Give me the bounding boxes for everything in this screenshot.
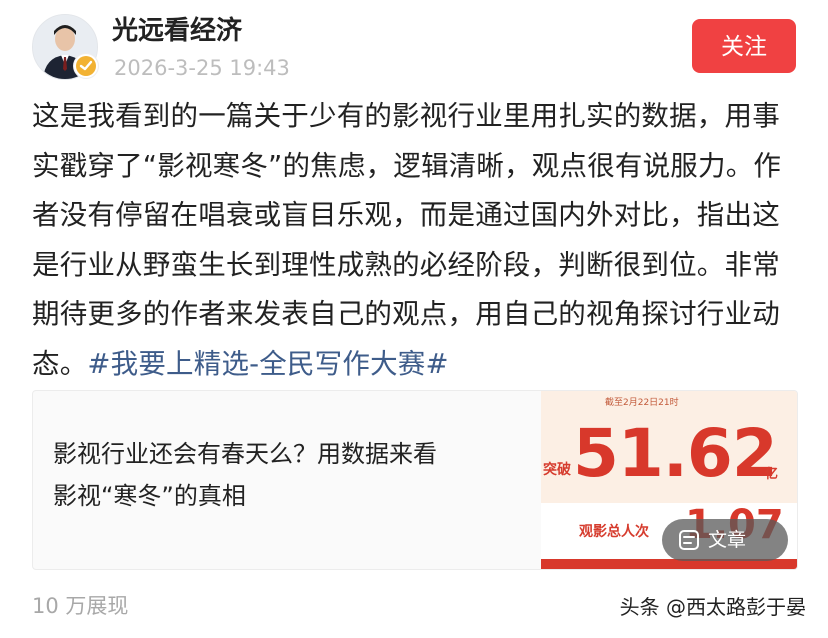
thumbnail-unit: 亿 (765, 467, 779, 482)
article-title-line-2: 影视“寒冬”的真相 (53, 482, 246, 510)
thumbnail-label: 观影总人次 (579, 524, 649, 540)
article-title: 影视行业还会有春天么？用数据来看 影视“寒冬”的真相 (53, 433, 523, 517)
source-watermark: 头条 @西太路彭于晏 (619, 595, 806, 619)
article-type-button[interactable]: 文章 (662, 519, 788, 561)
follow-button[interactable]: 关注 (692, 19, 796, 73)
document-icon (679, 530, 699, 550)
hashtag-link[interactable]: #我要上精选-全民写作大赛# (87, 348, 448, 380)
thumbnail-big-number: 51.62 (573, 415, 778, 492)
post-timestamp: 2026-3-25 19:43 (114, 56, 290, 80)
thumbnail-prefix: 突破 (543, 462, 571, 478)
post-body: 这是我看到的一篇关于少有的影视行业里用扎实的数据，用事实戳穿了“影视寒冬”的焦虑… (32, 92, 802, 389)
post-text: 这是我看到的一篇关于少有的影视行业里用扎实的数据，用事实戳穿了“影视寒冬”的焦虑… (32, 100, 782, 380)
thumbnail-note: 截至2月22日21时 (605, 398, 679, 408)
verified-badge-icon (74, 54, 98, 78)
author-name[interactable]: 光远看经济 (112, 14, 242, 48)
article-type-label: 文章 (708, 529, 747, 551)
article-title-line-1: 影视行业还会有春天么？用数据来看 (53, 440, 437, 468)
view-count: 10 万展现 (32, 594, 129, 618)
